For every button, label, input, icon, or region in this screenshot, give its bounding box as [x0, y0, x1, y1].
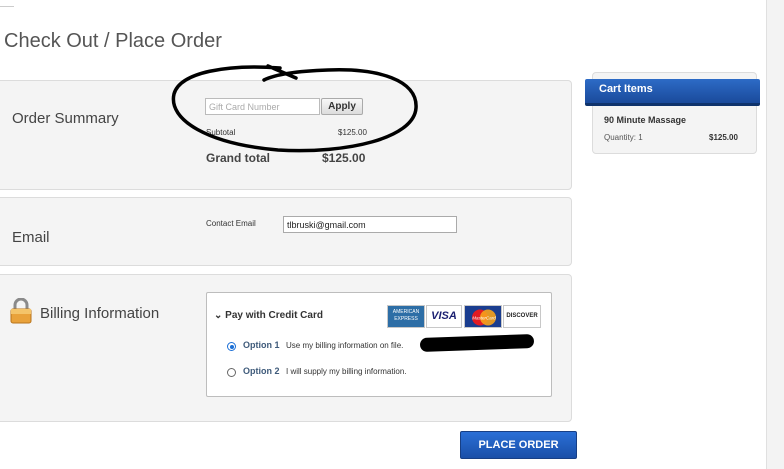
visa-card-logo: VISA	[426, 305, 462, 328]
mastercard-logo: MasterCard	[464, 305, 502, 328]
cart-items-header: Cart Items	[585, 79, 760, 106]
option-2-description: I will supply my billing information.	[286, 367, 407, 376]
option-1-description: Use my billing information on file.	[286, 341, 404, 350]
pay-with-credit-card-toggle[interactable]: ⌄ Pay with Credit Card	[214, 310, 323, 321]
contact-email-label: Contact Email	[206, 219, 256, 228]
cart-item-price: $125.00	[709, 133, 738, 142]
chevron-down-icon: ⌄	[214, 310, 223, 321]
discover-card-logo: DISCOVER	[503, 305, 541, 328]
option-1-label: Option 1	[243, 340, 280, 350]
email-label: Email	[12, 229, 50, 246]
pay-title: Pay with Credit Card	[225, 310, 323, 321]
cart-item-name: 90 Minute Massage	[604, 115, 687, 125]
option-1-radio[interactable]	[227, 342, 236, 351]
mastercard-text: MasterCard	[472, 316, 496, 321]
option-2-label: Option 2	[243, 366, 280, 376]
contact-email-field[interactable]	[283, 216, 457, 233]
option-2-radio[interactable]	[227, 368, 236, 377]
place-order-button[interactable]: PLACE ORDER	[460, 431, 577, 459]
amex-card-logo: AMERICAN EXPRESS	[387, 305, 425, 328]
order-summary-label: Order Summary	[12, 110, 119, 127]
lock-icon	[10, 298, 32, 324]
hand-drawn-circle-annotation	[171, 64, 418, 153]
page-title: Check Out / Place Order	[4, 30, 222, 52]
cart-item-quantity: Quantity: 1	[604, 133, 643, 142]
top-divider	[0, 0, 14, 7]
right-scroll-edge	[766, 0, 784, 469]
billing-information-label: Billing Information	[40, 305, 160, 322]
